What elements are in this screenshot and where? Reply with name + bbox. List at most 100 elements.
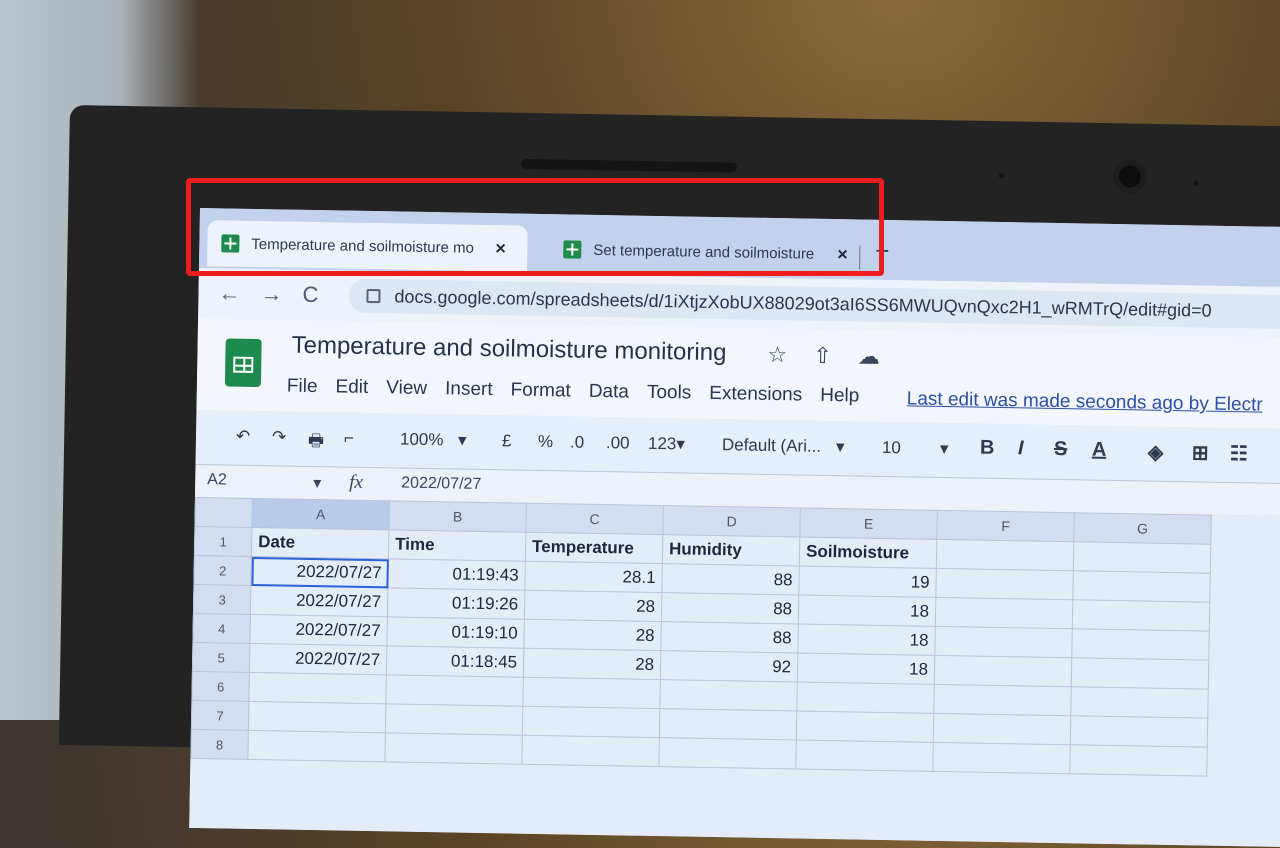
chevron-down-icon[interactable]: ▾ [313, 473, 321, 493]
italic-button[interactable]: I [1018, 437, 1024, 460]
row-header[interactable]: 5 [192, 642, 250, 673]
cell[interactable]: 2022/07/27 [249, 614, 388, 646]
column-header-d[interactable]: D [662, 505, 801, 538]
cell[interactable] [248, 672, 387, 704]
cell[interactable]: 28.1 [524, 561, 663, 593]
name-box[interactable]: A2 [207, 471, 227, 489]
undo-icon[interactable]: ↶ [236, 427, 251, 447]
cell[interactable]: 88 [661, 592, 799, 625]
cell[interactable]: 28 [523, 619, 662, 651]
select-all-corner[interactable] [194, 497, 253, 528]
cell[interactable]: 01:19:10 [386, 616, 525, 649]
last-edit-link[interactable]: Last edit was made seconds ago by Electr [907, 388, 1263, 416]
zoom-select[interactable]: 100% [400, 430, 444, 451]
cell[interactable] [1069, 744, 1208, 777]
row-header[interactable]: 3 [193, 584, 251, 615]
menu-insert[interactable]: Insert [445, 378, 493, 401]
cell[interactable] [795, 739, 934, 772]
cell[interactable] [932, 742, 1071, 774]
cell[interactable] [1072, 570, 1211, 603]
row-header[interactable]: 4 [192, 613, 251, 644]
more-formats-button[interactable]: 123▾ [648, 434, 685, 455]
cell[interactable] [796, 681, 935, 714]
document-title[interactable]: Temperature and soilmoisture monitoring [291, 332, 726, 368]
cell[interactable] [522, 706, 660, 738]
decrease-decimal-button[interactable]: .0 [570, 432, 585, 452]
cell[interactable]: Humidity [662, 534, 800, 567]
cell[interactable]: 18 [797, 624, 936, 656]
increase-decimal-button[interactable]: .00 [606, 433, 630, 453]
fill-color-icon[interactable]: ◈ [1148, 440, 1164, 465]
menu-file[interactable]: File [287, 376, 318, 399]
cell[interactable] [384, 732, 523, 765]
formula-input[interactable]: 2022/07/27 [401, 475, 481, 494]
cell[interactable]: 2022/07/27 [250, 585, 388, 617]
cell[interactable]: 01:19:26 [387, 587, 525, 620]
cell[interactable] [1070, 715, 1208, 748]
cell[interactable]: 01:19:43 [387, 558, 526, 591]
active-cell[interactable]: 2022/07/27 [250, 556, 389, 588]
menu-extensions[interactable]: Extensions [709, 383, 802, 407]
menu-tools[interactable]: Tools [647, 382, 692, 405]
row-header[interactable]: 6 [191, 671, 250, 702]
cell[interactable] [1073, 541, 1211, 574]
cell[interactable]: 88 [660, 621, 799, 654]
cell[interactable]: Time [388, 529, 526, 562]
row-header[interactable]: 1 [194, 526, 252, 557]
column-header-g[interactable]: G [1073, 512, 1212, 545]
cloud-status-icon[interactable]: ☁ [858, 344, 880, 369]
font-size-select[interactable]: 10 [882, 438, 901, 458]
print-icon[interactable]: 🖶 [308, 428, 325, 457]
redo-icon[interactable]: ↷ [272, 427, 287, 447]
column-header-f[interactable]: F [936, 510, 1075, 542]
cell[interactable]: Date [251, 527, 389, 559]
reload-icon[interactable]: C [302, 282, 318, 308]
cell[interactable] [248, 701, 386, 733]
cell[interactable] [933, 684, 1072, 716]
cell[interactable]: Temperature [525, 532, 663, 564]
column-header-a[interactable]: A [251, 498, 390, 530]
menu-data[interactable]: Data [589, 381, 630, 404]
cell[interactable]: 18 [798, 595, 936, 627]
cell[interactable] [934, 626, 1073, 658]
cell[interactable]: Soilmoisture [799, 537, 937, 569]
column-header-c[interactable]: C [525, 503, 664, 535]
cell[interactable] [933, 713, 1071, 745]
bold-button[interactable]: B [980, 437, 995, 460]
cell[interactable] [247, 730, 386, 762]
cell[interactable] [936, 539, 1074, 571]
cell[interactable]: 18 [797, 653, 935, 685]
menu-edit[interactable]: Edit [335, 376, 368, 399]
cell[interactable] [935, 568, 1074, 600]
menu-view[interactable]: View [386, 377, 427, 400]
cell[interactable] [1071, 628, 1210, 661]
text-color-button[interactable]: A [1092, 439, 1107, 462]
cell[interactable] [935, 597, 1073, 629]
currency-format-button[interactable]: £ [502, 431, 512, 451]
chevron-down-icon[interactable]: ▾ [458, 431, 467, 451]
cell[interactable]: 2022/07/27 [249, 643, 387, 675]
cell[interactable] [522, 677, 661, 709]
menu-help[interactable]: Help [820, 385, 859, 408]
cell[interactable] [934, 655, 1072, 687]
move-folder-icon[interactable]: ⇧ [813, 343, 832, 368]
row-header[interactable]: 2 [193, 555, 252, 586]
cell[interactable] [659, 708, 797, 740]
chevron-down-icon[interactable]: ▾ [836, 437, 845, 457]
row-header[interactable]: 7 [191, 700, 249, 731]
cell[interactable] [796, 710, 934, 743]
cell[interactable]: 88 [661, 563, 800, 596]
strikethrough-button[interactable]: S [1054, 438, 1068, 461]
cell[interactable] [1072, 599, 1210, 632]
forward-icon[interactable]: → [260, 281, 282, 307]
cell[interactable] [385, 674, 524, 707]
cell[interactable]: 01:18:45 [386, 645, 524, 678]
percent-format-button[interactable]: % [538, 432, 553, 452]
star-icon[interactable]: ☆ [767, 342, 787, 367]
back-icon[interactable]: ← [218, 280, 240, 306]
chevron-down-icon[interactable]: ▾ [940, 439, 949, 459]
cell[interactable] [521, 735, 660, 767]
borders-icon[interactable]: ⊞ [1192, 440, 1209, 465]
cell[interactable]: 92 [660, 650, 798, 682]
menu-format[interactable]: Format [510, 379, 571, 402]
